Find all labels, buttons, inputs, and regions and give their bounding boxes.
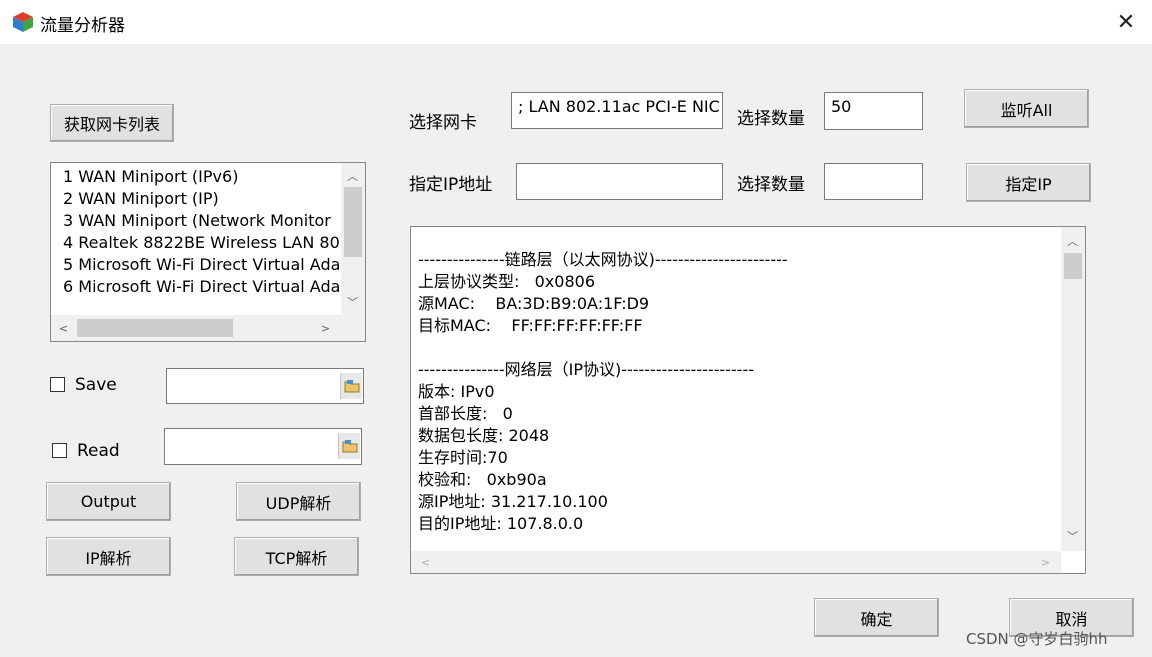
nic-list-item[interactable]: 3 WAN Miniport (Network Monitor <box>63 210 339 232</box>
count-label-1: 选择数量 <box>737 109 805 129</box>
count-input-2[interactable] <box>824 163 923 200</box>
output-line: 版本: IPv0 <box>418 382 495 401</box>
nic-list-hscroll[interactable]: < > <box>51 315 365 341</box>
nic-list-items: 1 WAN Miniport (IPv6) 2 WAN Miniport (IP)… <box>63 166 339 298</box>
csdn-watermark: CSDN @守岁白驹hh <box>966 630 1108 648</box>
ip-address-input[interactable] <box>516 163 723 200</box>
ip-parse-button[interactable]: IP解析 <box>46 537 171 576</box>
output-vscroll[interactable]: ︿ ﹀ <box>1061 227 1085 551</box>
title-bar: 流量分析器 ✕ <box>0 0 1152 44</box>
hscroll-thumb[interactable] <box>77 319 233 337</box>
nic-list-item[interactable]: 4 Realtek 8822BE Wireless LAN 80 <box>63 232 339 254</box>
output-button[interactable]: Output <box>46 482 171 521</box>
count-input-1[interactable]: 50 <box>824 92 923 130</box>
output-line: ---------------链路层（以太网协议)---------------… <box>418 250 788 269</box>
nic-list-item[interactable]: 5 Microsoft Wi-Fi Direct Virtual Ada <box>63 254 339 276</box>
scroll-up-icon[interactable]: ︿ <box>1064 232 1081 249</box>
output-line: 上层协议类型: 0x0806 <box>418 272 596 291</box>
ip-address-label: 指定IP地址 <box>409 175 493 195</box>
output-vscroll-thumb[interactable] <box>1064 253 1082 279</box>
close-icon[interactable]: ✕ <box>1106 6 1146 38</box>
output-line: 目的IP地址: 107.8.0.0 <box>418 514 584 533</box>
folder-browse-icon <box>344 380 359 393</box>
read-checkbox[interactable] <box>52 443 67 458</box>
app-cube-icon <box>13 12 33 32</box>
folder-browse-icon <box>342 440 357 453</box>
read-browse-button[interactable] <box>338 433 360 459</box>
udp-parse-button[interactable]: UDP解析 <box>236 482 361 521</box>
output-line: 生存时间:70 <box>418 448 508 467</box>
nic-list-item[interactable]: 6 Microsoft Wi-Fi Direct Virtual Ada <box>63 276 339 298</box>
nic-list-vscroll[interactable]: ︿ ﹀ <box>341 163 365 315</box>
scroll-left-icon[interactable]: < <box>417 554 434 571</box>
read-path-input[interactable] <box>164 428 362 465</box>
save-path-input[interactable] <box>166 368 364 404</box>
save-browse-button[interactable] <box>340 373 362 399</box>
save-checkbox[interactable] <box>50 377 65 392</box>
output-line: ---------------网络层（IP协议)----------------… <box>418 360 755 379</box>
selected-nic-input[interactable]: ; LAN 802.11ac PCI-E NIC <box>511 92 723 129</box>
output-line: 校验和: 0xb90a <box>418 470 547 489</box>
nic-list-item[interactable]: 2 WAN Miniport (IP) <box>63 188 339 210</box>
get-nic-list-button[interactable]: 获取网卡列表 <box>50 104 174 142</box>
output-line: 首部长度: 0 <box>418 404 513 423</box>
read-label: Read <box>77 441 120 461</box>
scroll-right-icon[interactable]: > <box>317 320 334 337</box>
nic-listbox[interactable]: 1 WAN Miniport (IPv6) 2 WAN Miniport (IP)… <box>50 162 366 342</box>
scroll-right-icon[interactable]: > <box>1037 554 1054 571</box>
output-line: 源MAC: BA:3D:B9:0A:1F:D9 <box>418 294 650 313</box>
window-title: 流量分析器 <box>40 16 125 36</box>
ok-button[interactable]: 确定 <box>814 598 939 637</box>
output-line: 数据包长度: 2048 <box>418 426 550 445</box>
output-line: 目标MAC: FF:FF:FF:FF:FF:FF <box>418 316 643 335</box>
save-label: Save <box>75 375 117 395</box>
listen-all-button[interactable]: 监听All <box>964 89 1089 128</box>
tcp-parse-button[interactable]: TCP解析 <box>234 537 359 576</box>
vscroll-thumb[interactable] <box>344 187 362 257</box>
specify-ip-button[interactable]: 指定IP <box>966 163 1091 202</box>
packet-output-textarea[interactable]: ---------------链路层（以太网协议)---------------… <box>410 226 1086 574</box>
output-line: 源IP地址: 31.217.10.100 <box>418 492 608 511</box>
nic-list-item[interactable]: 1 WAN Miniport (IPv6) <box>63 166 339 188</box>
select-nic-label: 选择网卡 <box>409 113 477 133</box>
scroll-down-icon[interactable]: ﹀ <box>1064 527 1081 544</box>
output-hscroll[interactable]: < > <box>411 551 1061 573</box>
scroll-left-icon[interactable]: < <box>55 320 72 337</box>
packet-output-lines: ---------------链路层（以太网协议)---------------… <box>418 249 788 535</box>
scroll-down-icon[interactable]: ﹀ <box>344 293 361 310</box>
count-label-2: 选择数量 <box>737 175 805 195</box>
scroll-up-icon[interactable]: ︿ <box>344 167 361 184</box>
